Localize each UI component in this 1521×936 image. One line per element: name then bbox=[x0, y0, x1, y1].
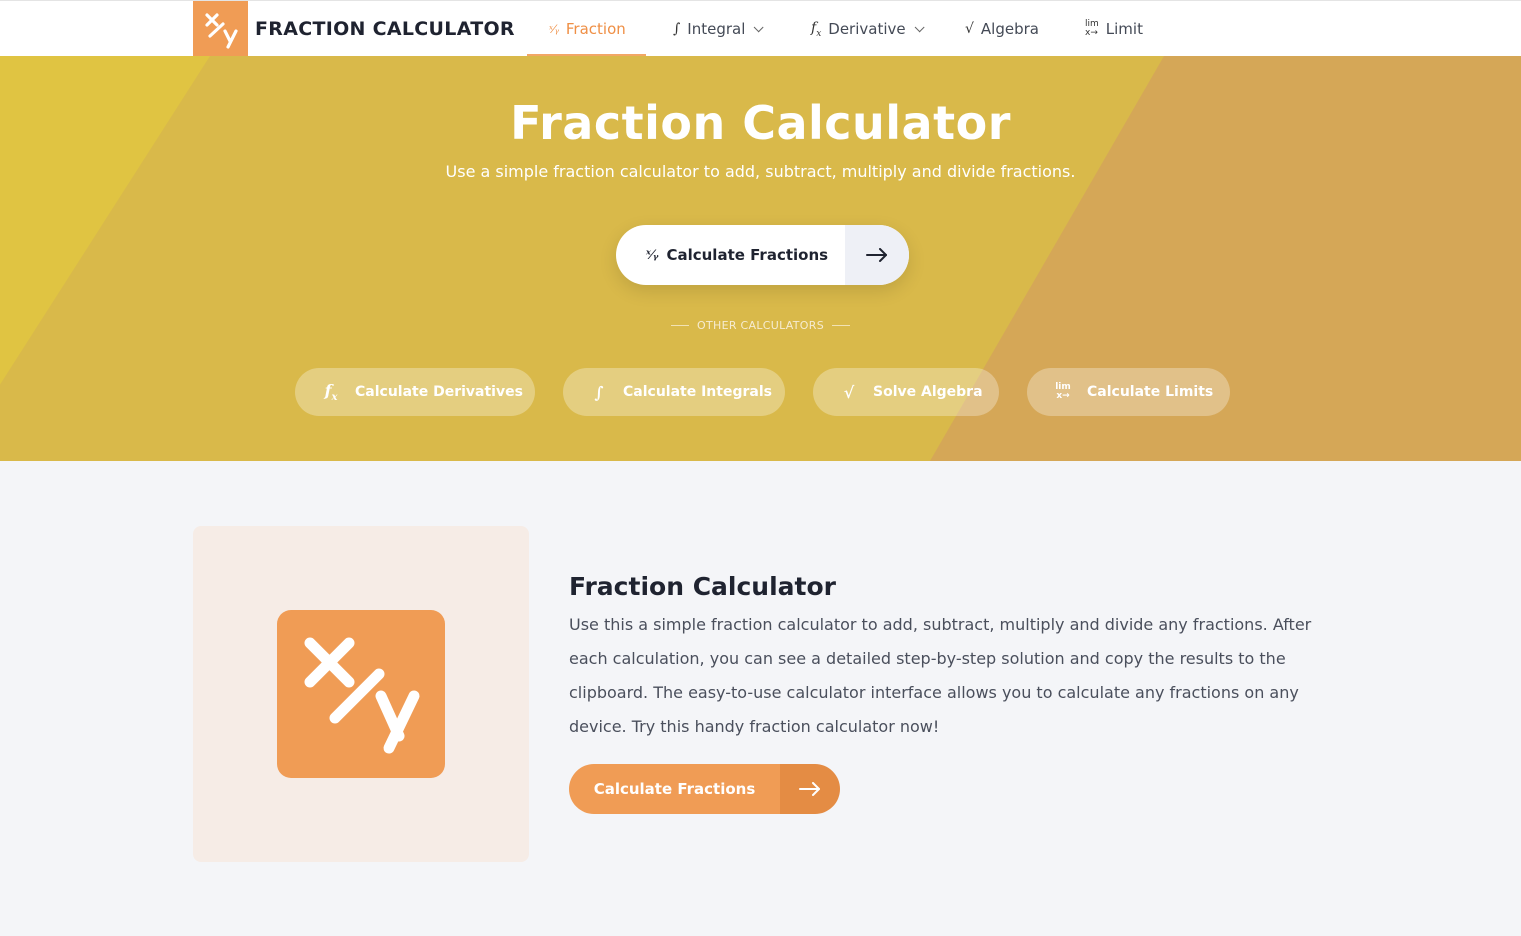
arrow-right-icon bbox=[845, 225, 909, 285]
nav-item-label: Integral bbox=[687, 20, 746, 38]
solve-algebra-button[interactable]: √ Solve Algebra bbox=[813, 368, 999, 416]
calculate-limits-button[interactable]: lim x→ Calculate Limits bbox=[1027, 368, 1230, 416]
calculate-fractions-button-secondary[interactable]: Calculate Fractions bbox=[569, 764, 840, 814]
sqrt-icon: √ bbox=[965, 21, 974, 37]
calculate-derivatives-button[interactable]: fx Calculate Derivatives bbox=[295, 368, 535, 416]
other-calculators-heading: OTHER CALCULATORS bbox=[0, 319, 1521, 332]
derivative-icon: fx bbox=[811, 19, 822, 39]
calculate-fractions-button[interactable]: ˣ⁄ᵧ Calculate Fractions bbox=[616, 225, 909, 285]
nav-item-integral[interactable]: ∫ Integral bbox=[673, 1, 764, 57]
nav-item-label: Limit bbox=[1105, 20, 1143, 38]
nav-item-label: Algebra bbox=[980, 20, 1039, 38]
pill-label: Calculate Derivatives bbox=[355, 384, 523, 400]
other-calculators-label: OTHER CALCULATORS bbox=[697, 319, 824, 332]
cta-label-wrap: ˣ⁄ᵧ Calculate Fractions bbox=[616, 225, 845, 285]
nav-item-derivative[interactable]: fx Derivative bbox=[811, 1, 925, 57]
derivative-icon: fx bbox=[324, 380, 338, 404]
section-title: Fraction Calculator bbox=[569, 572, 836, 601]
fraction-icon: ˣ⁄ᵧ bbox=[646, 247, 659, 263]
nav-item-label: Derivative bbox=[828, 20, 906, 38]
pill-label: Calculate Integrals bbox=[623, 384, 772, 400]
pill-label: Calculate Limits bbox=[1087, 384, 1214, 400]
calculate-integrals-button[interactable]: ∫ Calculate Integrals bbox=[563, 368, 785, 416]
hero-subtitle: Use a simple fraction calculator to add,… bbox=[445, 162, 1076, 181]
nav-item-algebra[interactable]: √ Algebra bbox=[965, 1, 1039, 57]
fraction-icon: ˣ⁄ᵧ bbox=[549, 22, 559, 36]
fraction-xy-icon bbox=[204, 13, 238, 49]
chevron-down-icon bbox=[754, 21, 764, 32]
section-description: Use this a simple fraction calculator to… bbox=[569, 615, 1312, 736]
logo[interactable] bbox=[193, 1, 248, 57]
hero-title: Fraction Calculator bbox=[510, 96, 1011, 150]
feature-image-card bbox=[193, 526, 529, 862]
limit-icon: lim x→ bbox=[1055, 382, 1071, 401]
hero-section: Fraction Calculator Use a simple fractio… bbox=[0, 56, 1521, 461]
nav-item-limit[interactable]: lim x→ Limit bbox=[1085, 1, 1143, 57]
chevron-down-icon bbox=[914, 21, 925, 32]
nav-item-fraction[interactable]: ˣ⁄ᵧ Fraction bbox=[527, 1, 646, 57]
pill-label: Solve Algebra bbox=[873, 384, 983, 400]
fraction-xy-icon bbox=[277, 610, 445, 778]
integral-icon: ∫ bbox=[594, 382, 604, 402]
integral-icon: ∫ bbox=[673, 21, 681, 37]
divider bbox=[671, 325, 690, 326]
sqrt-icon: √ bbox=[843, 382, 855, 402]
brand-name[interactable]: FRACTION CALCULATOR bbox=[255, 18, 515, 40]
nav-item-label: Fraction bbox=[565, 20, 626, 38]
button-label: Calculate Fractions bbox=[569, 764, 780, 814]
top-navbar: FRACTION CALCULATOR ˣ⁄ᵧ Fraction ∫ Integ… bbox=[0, 0, 1521, 57]
divider bbox=[831, 325, 850, 326]
cta-label: Calculate Fractions bbox=[666, 246, 829, 264]
arrow-right-icon bbox=[780, 764, 840, 814]
limit-icon: lim x→ bbox=[1085, 19, 1099, 38]
